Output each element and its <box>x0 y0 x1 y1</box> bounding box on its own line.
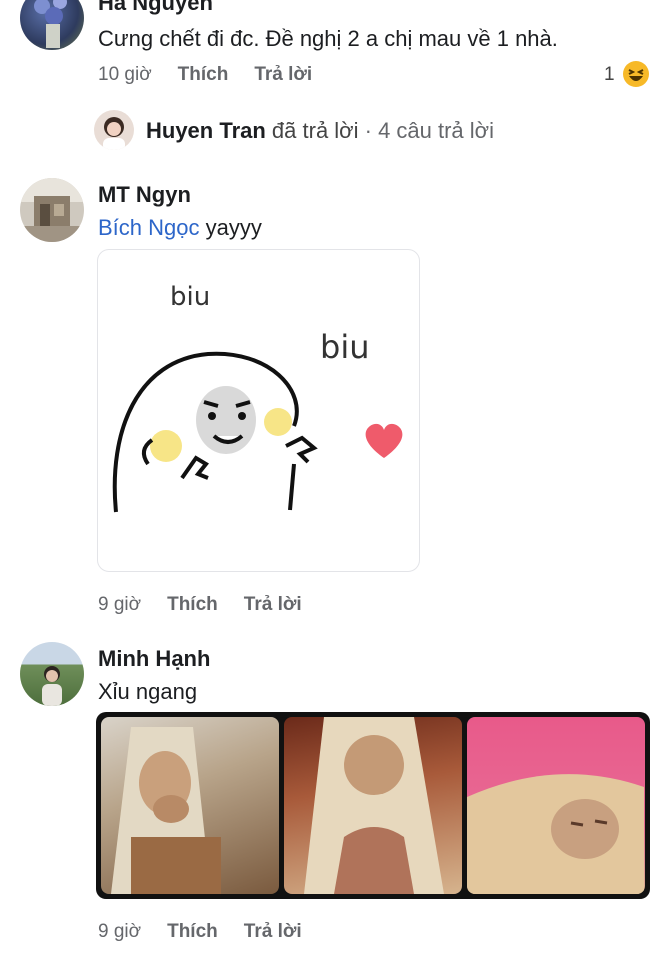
reply-author[interactable]: Huyen Tran <box>146 118 266 143</box>
reaction-count[interactable]: 1 <box>604 64 615 86</box>
like-button[interactable]: Thích <box>178 64 229 85</box>
sticker-character-icon <box>112 351 318 513</box>
woman-lying-down-icon <box>467 774 644 894</box>
avatar-minh-hanh[interactable] <box>20 642 84 706</box>
reply-action: đã trả lời <box>265 118 359 143</box>
reply-button[interactable]: Trả lời <box>254 64 312 85</box>
person-photo-icon <box>42 666 62 706</box>
comment-author[interactable]: Ha Nguyen <box>98 0 213 16</box>
person-photo-icon <box>103 117 125 150</box>
like-button[interactable]: Thích <box>167 594 218 615</box>
comment-author[interactable]: MT Ngyn <box>98 182 191 208</box>
like-button[interactable]: Thích <box>167 921 218 942</box>
image-panel <box>467 717 645 894</box>
mention-link[interactable]: Bích Ngọc <box>98 215 200 240</box>
comment-time: 9 giờ <box>98 921 142 942</box>
comment-body: yayyy <box>199 215 262 240</box>
comment-text: Xỉu ngang <box>98 679 198 704</box>
replies-summary[interactable]: Huyen Tran đã trả lời · 4 câu trả lời <box>146 118 494 144</box>
heart-icon <box>365 423 403 458</box>
comment-meta: 10 giờ Thích Trả lời <box>98 64 312 86</box>
reply-separator: · <box>358 118 379 143</box>
comment-text: Cưng chết đi đc. Đề nghị 2 a chị mau về … <box>98 26 558 51</box>
comment-text: Bích Ngọc yayyy <box>98 215 262 241</box>
comment-time: 10 giờ <box>98 64 152 85</box>
image-panel <box>101 717 279 894</box>
comment-meta: 9 giờ Thích Trả lời <box>98 921 302 943</box>
flower-photo-icon <box>34 0 67 48</box>
comment-time: 9 giờ <box>98 594 142 615</box>
woman-fainting-icon <box>304 717 444 894</box>
reply-button[interactable]: Trả lời <box>244 921 302 942</box>
reply-button[interactable]: Trả lời <box>244 594 302 615</box>
comment-author[interactable]: Minh Hạnh <box>98 646 210 672</box>
storefront-photo-icon <box>20 178 84 242</box>
comment-meta: 9 giờ Thích Trả lời <box>98 594 302 616</box>
reaction-image-strip[interactable] <box>96 712 650 899</box>
avatar-huyen-tran[interactable] <box>94 110 134 150</box>
reply-count[interactable]: 4 câu trả lời <box>378 118 494 143</box>
avatar-ha-nguyen[interactable] <box>20 0 84 50</box>
sticker-image[interactable]: biu biu <box>97 249 420 572</box>
avatar-mt-ngyn[interactable] <box>20 178 84 242</box>
woman-covering-mouth-icon <box>111 727 221 894</box>
image-panel <box>284 717 462 894</box>
haha-emoji-icon[interactable] <box>622 60 650 88</box>
